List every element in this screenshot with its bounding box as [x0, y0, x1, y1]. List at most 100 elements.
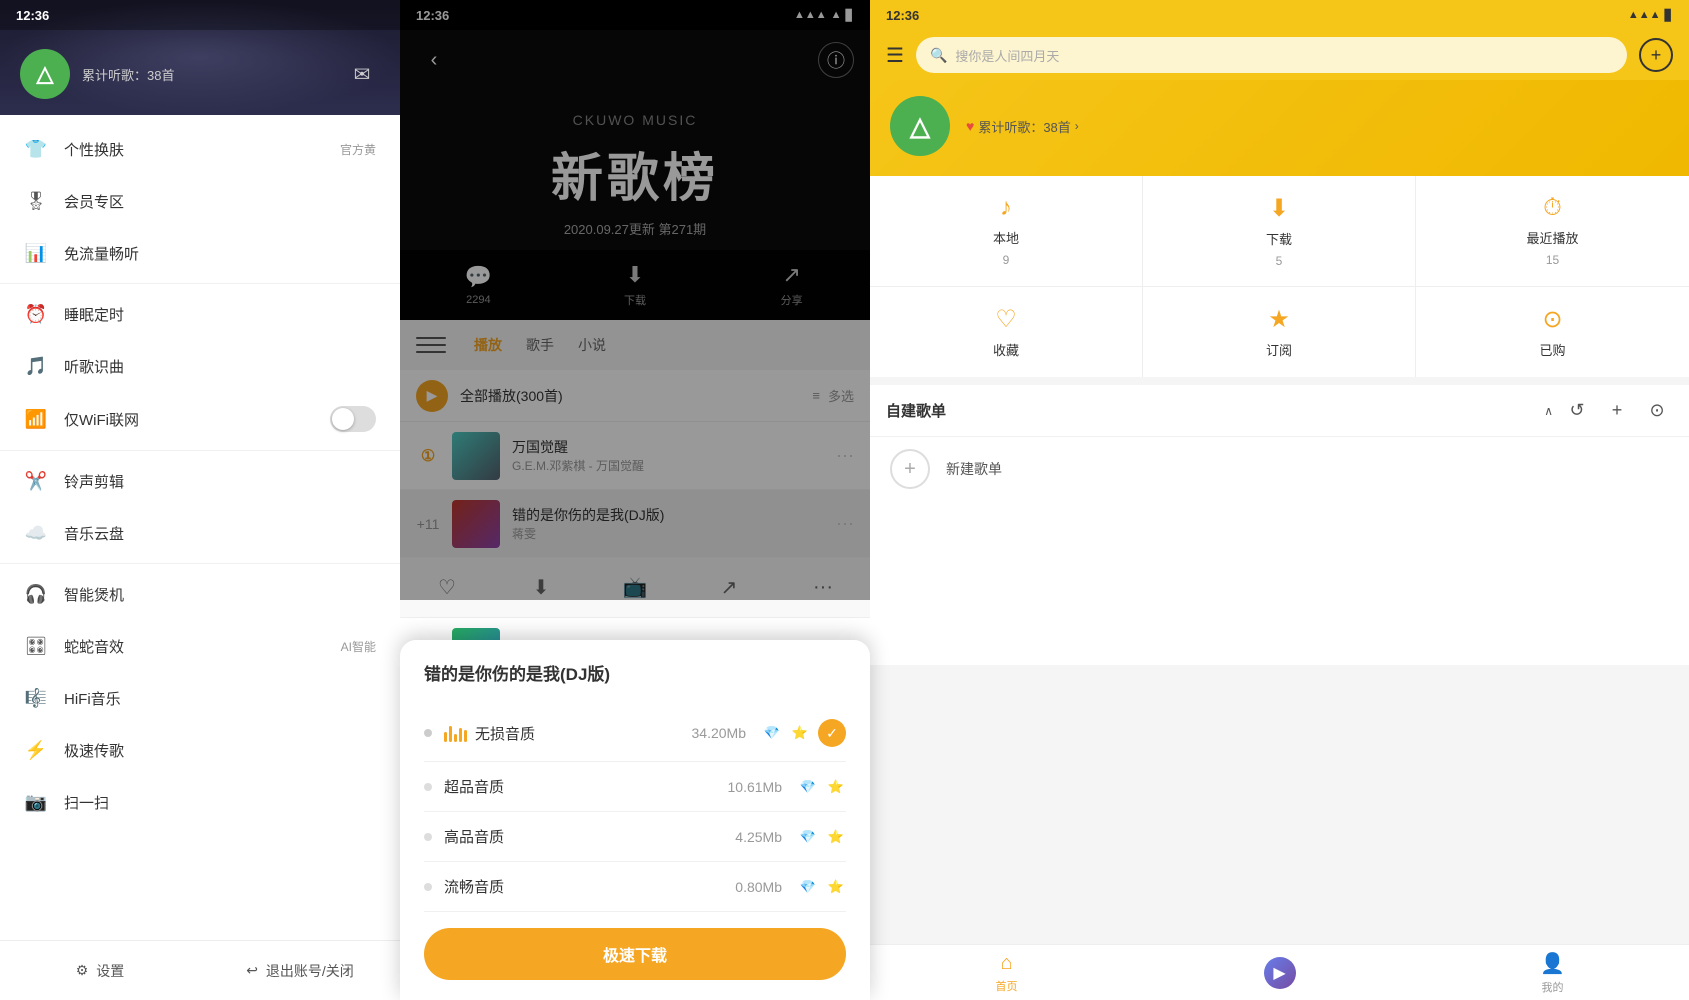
- wave-bar-3: [454, 734, 457, 742]
- quality-item-smooth[interactable]: 流畅音质 0.80Mb 💎 ⭐: [424, 862, 846, 912]
- nav-profile[interactable]: 👤 我的: [1416, 945, 1689, 1000]
- stat-local[interactable]: ♪ 本地 9: [870, 176, 1143, 286]
- fav-icon: ♡: [995, 305, 1017, 334]
- menu-item-wifi[interactable]: 📶 仅WiFi联网: [0, 392, 400, 446]
- right-song-count: ♥ 累计听歌：38首 ›: [966, 117, 1669, 136]
- menu-item-scan[interactable]: 📷 扫一扫: [0, 776, 400, 828]
- time-left: 12:36: [16, 8, 49, 23]
- menu-icon-right[interactable]: ☰: [886, 43, 904, 68]
- fast-download-btn[interactable]: 极速下载: [424, 928, 846, 980]
- panel-middle: 12:36 ▲▲▲ ▲ ▊ CKUWO MUSIC 新歌榜 2020.09.27…: [400, 0, 870, 1000]
- menu-divider-3: [0, 563, 400, 564]
- vip-badge-smooth: 💎: [798, 877, 818, 897]
- menu-item-ringtone[interactable]: ✂️ 铃声剪辑: [0, 455, 400, 507]
- menu-label-free: 免流量畅听: [64, 243, 376, 264]
- wave-bar-2: [449, 726, 452, 742]
- playlist-more-icon[interactable]: ⊙: [1641, 395, 1673, 427]
- menu-item-skin[interactable]: 👕 个性换肤 官方黄: [0, 123, 400, 175]
- logout-btn[interactable]: ↩ 退出账号/关闭: [200, 941, 400, 1000]
- menu-label-wifi: 仅WiFi联网: [64, 409, 314, 430]
- recent-count: 15: [1546, 253, 1559, 267]
- status-bar-left: 12:36: [0, 0, 400, 30]
- header-background: 12:36 △ 累计听歌：38首 ✉: [0, 0, 400, 115]
- vip-badge-high: 💎: [798, 827, 818, 847]
- menu-item-free[interactable]: 📊 免流量畅听: [0, 227, 400, 279]
- search-placeholder-right: 搜你是人间四月天: [955, 46, 1613, 65]
- home-label: 首页: [996, 978, 1018, 994]
- stat-recent[interactable]: ⏱ 最近播放 15: [1416, 176, 1689, 286]
- stat-bought[interactable]: ⊙ 已购: [1416, 287, 1689, 377]
- stats-grid-1: ♪ 本地 9 ⬇ 下载 5 ⏱ 最近播放 15: [870, 176, 1689, 287]
- search-icon-right: 🔍: [930, 47, 947, 64]
- wave-bar-5: [464, 730, 467, 742]
- chevron-icon-profile: ›: [1075, 119, 1079, 133]
- wifi-toggle[interactable]: [330, 406, 376, 432]
- playlist-refresh-icon[interactable]: ↺: [1561, 395, 1593, 427]
- menu-item-snake[interactable]: 🎛 蛇蛇音效 AI智能: [0, 620, 400, 672]
- header-content: △ 累计听歌：38首 ✉: [0, 33, 400, 115]
- nav-home[interactable]: ⌂ 首页: [870, 945, 1143, 1000]
- panel-right: 12:36 ▲▲▲ ▊ ☰ 🔍 搜你是人间四月天 + △ ♥ 累计听歌：38首 …: [870, 0, 1689, 1000]
- mail-icon[interactable]: ✉: [344, 56, 380, 92]
- vip-badge-super: 💎: [798, 777, 818, 797]
- new-playlist-label: 新建歌单: [946, 459, 1002, 479]
- star-badge-high: ⭐: [826, 827, 846, 847]
- panel-left: 12:36 △ 累计听歌：38首 ✉ 👕 个性换肤 官方黄 🎖 会员专区 📊 免…: [0, 0, 400, 1000]
- local-label: 本地: [993, 228, 1019, 247]
- recent-label: 最近播放: [1526, 228, 1578, 247]
- menu-item-sleep[interactable]: ⏰ 睡眠定时: [0, 288, 400, 340]
- settings-btn[interactable]: ⚙ 设置: [0, 941, 200, 1000]
- sleep-icon: ⏰: [24, 302, 48, 326]
- quality-name-super: 超品音质: [444, 776, 720, 797]
- menu-label-skin: 个性换肤: [64, 139, 324, 160]
- playlist-header: 自建歌单 ∧ ↺ + ⊙: [870, 385, 1689, 437]
- star-badge-super: ⭐: [826, 777, 846, 797]
- profile-label: 我的: [1542, 979, 1564, 995]
- signal-icon-right: ▲▲▲: [1628, 9, 1661, 21]
- menu-item-cloud[interactable]: ☁️ 音乐云盘: [0, 507, 400, 559]
- identify-icon: 🎵: [24, 354, 48, 378]
- nav-playing[interactable]: ▶: [1143, 945, 1416, 1000]
- playlist-add-icon[interactable]: +: [1601, 395, 1633, 427]
- menu-badge-snake: AI智能: [341, 638, 376, 655]
- chevron-up-icon: ∧: [1544, 404, 1553, 418]
- now-playing-avatar: ▶: [1264, 957, 1296, 989]
- add-icon-right[interactable]: +: [1639, 38, 1673, 72]
- menu-label-scan: 扫一扫: [64, 792, 376, 813]
- selected-badge-lossless: ✓: [818, 719, 846, 747]
- stat-fav[interactable]: ♡ 收藏: [870, 287, 1143, 377]
- battery-icon-right: ▊: [1665, 9, 1673, 22]
- quality-radio-super: [424, 783, 432, 791]
- quality-item-lossless[interactable]: 无损音质 34.20Mb 💎 ⭐ ✓: [424, 705, 846, 762]
- menu-label-ringtone: 铃声剪辑: [64, 471, 376, 492]
- menu-item-vip[interactable]: 🎖 会员专区: [0, 175, 400, 227]
- menu-item-smart[interactable]: 🎧 智能煲机: [0, 568, 400, 620]
- status-bar-right: 12:36 ▲▲▲ ▊: [870, 0, 1689, 30]
- menu-item-identify[interactable]: 🎵 听歌识曲: [0, 340, 400, 392]
- menu-divider-2: [0, 450, 400, 451]
- quality-wave-lossless: [444, 724, 467, 742]
- new-playlist-btn[interactable]: + 新建歌单: [870, 437, 1689, 501]
- menu-list: 👕 个性换肤 官方黄 🎖 会员专区 📊 免流量畅听 ⏰ 睡眠定时 🎵 听歌识曲 …: [0, 115, 400, 940]
- heart-icon: ♥: [966, 118, 974, 134]
- cloud-icon: ☁️: [24, 521, 48, 545]
- quality-item-super[interactable]: 超品音质 10.61Mb 💎 ⭐: [424, 762, 846, 812]
- menu-label-cloud: 音乐云盘: [64, 523, 376, 544]
- download-label-stat: 下载: [1266, 229, 1292, 248]
- download-icon-stat: ⬇: [1269, 194, 1289, 223]
- menu-item-hifi[interactable]: 🎼 HiFi音乐: [0, 672, 400, 724]
- search-bar-right[interactable]: 🔍 搜你是人间四月天: [916, 37, 1627, 73]
- menu-label-smart: 智能煲机: [64, 584, 376, 605]
- wifi-icon: 📶: [24, 407, 48, 431]
- star-badge-smooth: ⭐: [826, 877, 846, 897]
- star-badge-lossless: ⭐: [790, 723, 810, 743]
- menu-item-fast[interactable]: ⚡ 极速传歌: [0, 724, 400, 776]
- snake-icon: 🎛: [24, 634, 48, 658]
- quality-item-high[interactable]: 高品音质 4.25Mb 💎 ⭐: [424, 812, 846, 862]
- popup-overlay[interactable]: [400, 0, 870, 600]
- new-playlist-circle: +: [890, 449, 930, 489]
- stat-download[interactable]: ⬇ 下载 5: [1143, 176, 1416, 286]
- stat-sub[interactable]: ★ 订阅: [1143, 287, 1416, 377]
- menu-label-identify: 听歌识曲: [64, 356, 376, 377]
- quality-radio-lossless: [424, 729, 432, 737]
